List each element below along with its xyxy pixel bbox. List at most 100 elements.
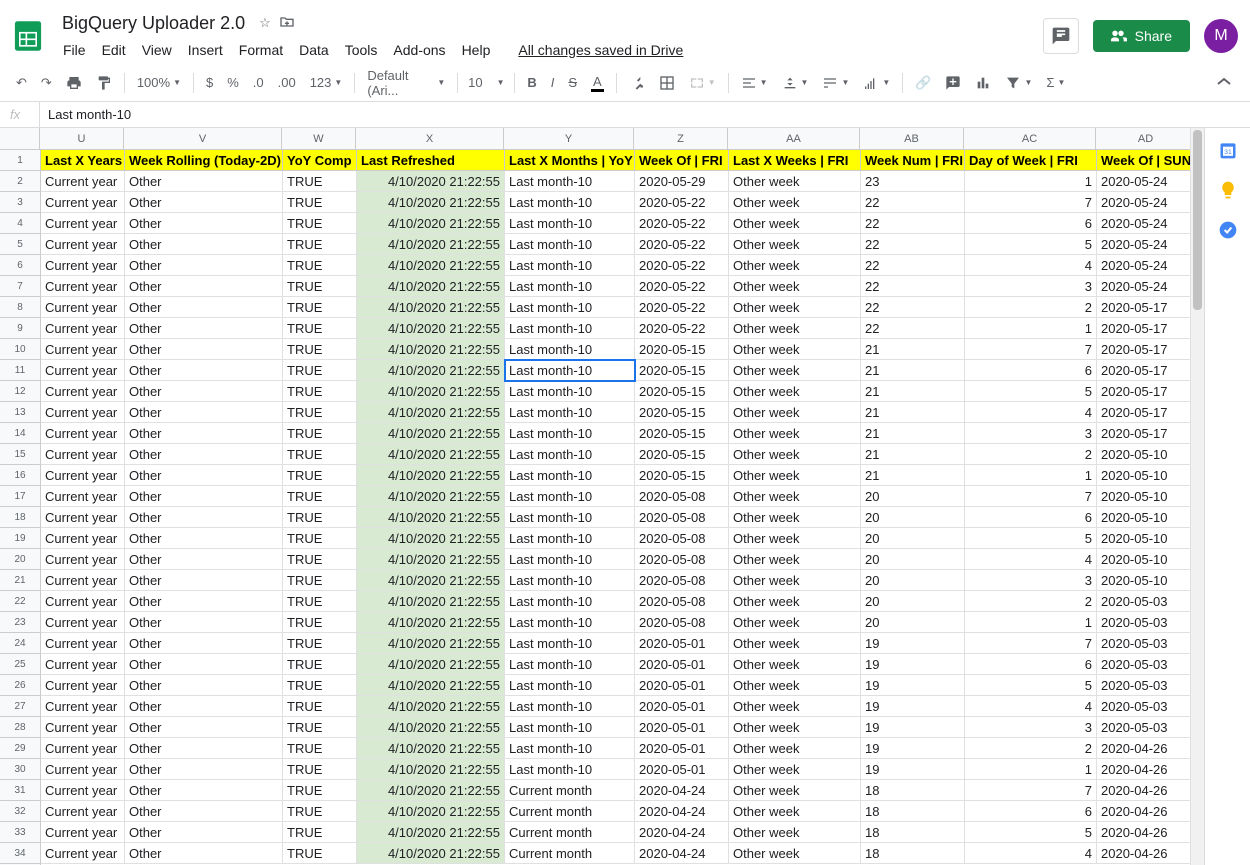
cell[interactable]: Last month-10 (505, 612, 635, 633)
cell[interactable]: Other week (729, 696, 861, 717)
cell[interactable]: 2020-05-08 (635, 591, 729, 612)
cell[interactable]: TRUE (283, 234, 357, 255)
cell[interactable]: Other week (729, 297, 861, 318)
cell[interactable]: Last month-10 (505, 570, 635, 591)
cell[interactable]: 2020-05-17 (1097, 318, 1197, 339)
cell[interactable]: Current year (41, 192, 125, 213)
keep-addon-icon[interactable] (1218, 180, 1238, 200)
cell[interactable]: Other (125, 738, 283, 759)
cell[interactable]: Current month (505, 780, 635, 801)
cell[interactable]: 2020-05-24 (1097, 234, 1197, 255)
cell[interactable]: Other (125, 780, 283, 801)
cell[interactable]: TRUE (283, 255, 357, 276)
cell[interactable]: 7 (965, 339, 1097, 360)
cell[interactable]: 4/10/2020 21:22:55 (357, 276, 505, 297)
menu-data[interactable]: Data (292, 38, 336, 62)
row-header[interactable]: 4 (0, 213, 40, 234)
cell[interactable]: 19 (861, 738, 965, 759)
cell[interactable]: 4/10/2020 21:22:55 (357, 633, 505, 654)
cell[interactable]: 2020-05-08 (635, 528, 729, 549)
cell[interactable]: TRUE (283, 612, 357, 633)
cell[interactable]: 19 (861, 717, 965, 738)
cell[interactable]: 4/10/2020 21:22:55 (357, 318, 505, 339)
cell[interactable]: Other week (729, 444, 861, 465)
cell[interactable]: Current year (41, 843, 125, 864)
cell[interactable]: Current year (41, 234, 125, 255)
cell[interactable]: TRUE (283, 171, 357, 192)
cell[interactable]: Current year (41, 276, 125, 297)
cell[interactable]: Last month-10 (505, 234, 635, 255)
header-cell[interactable]: Week Of | SUN (1097, 150, 1197, 171)
cell[interactable]: Other (125, 423, 283, 444)
saved-status[interactable]: All changes saved in Drive (511, 38, 690, 62)
cell[interactable]: 1 (965, 759, 1097, 780)
cell[interactable]: 2020-05-17 (1097, 360, 1197, 381)
cell[interactable]: 22 (861, 234, 965, 255)
cell[interactable]: 4/10/2020 21:22:55 (357, 654, 505, 675)
cell[interactable]: 20 (861, 486, 965, 507)
row-header[interactable]: 3 (0, 192, 40, 213)
cell[interactable]: Current year (41, 318, 125, 339)
cell[interactable]: 2 (965, 444, 1097, 465)
cell[interactable]: Other week (729, 486, 861, 507)
cell[interactable]: 2020-05-01 (635, 675, 729, 696)
cell[interactable]: Other (125, 549, 283, 570)
vertical-scrollbar[interactable] (1190, 128, 1204, 865)
text-color-button[interactable]: A (585, 70, 610, 96)
cell[interactable]: 2020-05-24 (1097, 213, 1197, 234)
cell[interactable]: 2020-05-15 (635, 381, 729, 402)
cell[interactable]: Current year (41, 633, 125, 654)
row-header[interactable]: 17 (0, 486, 40, 507)
cell[interactable]: 2020-05-08 (635, 549, 729, 570)
cell[interactable]: TRUE (283, 801, 357, 822)
cell[interactable]: 4/10/2020 21:22:55 (357, 486, 505, 507)
cell[interactable]: Other week (729, 843, 861, 864)
menu-add-ons[interactable]: Add-ons (386, 38, 452, 62)
cell[interactable]: Other week (729, 255, 861, 276)
cell[interactable]: TRUE (283, 276, 357, 297)
cell[interactable]: 2020-05-01 (635, 654, 729, 675)
cell[interactable]: Last month-10 (505, 738, 635, 759)
cell[interactable]: Other (125, 381, 283, 402)
cell[interactable]: TRUE (283, 675, 357, 696)
cell[interactable]: Other (125, 633, 283, 654)
cell[interactable]: Last month-10 (505, 633, 635, 654)
account-avatar[interactable]: M (1204, 19, 1238, 53)
cell[interactable]: Current month (505, 843, 635, 864)
cell[interactable]: Last month-10 (505, 318, 635, 339)
cell[interactable]: 2020-04-26 (1097, 738, 1197, 759)
cell[interactable]: Current year (41, 444, 125, 465)
cell[interactable]: Last month-10 (505, 297, 635, 318)
cell[interactable]: Last month-10 (505, 255, 635, 276)
cell[interactable]: 6 (965, 507, 1097, 528)
cell[interactable]: 4/10/2020 21:22:55 (357, 444, 505, 465)
cell[interactable]: 2020-05-17 (1097, 381, 1197, 402)
cell[interactable]: 21 (861, 423, 965, 444)
cell[interactable]: Other week (729, 633, 861, 654)
cell[interactable]: 2020-05-24 (1097, 255, 1197, 276)
row-header[interactable]: 31 (0, 780, 40, 801)
cell[interactable]: 2020-05-01 (635, 759, 729, 780)
cell[interactable]: Other (125, 696, 283, 717)
cell[interactable]: Other week (729, 570, 861, 591)
cell[interactable]: TRUE (283, 507, 357, 528)
cell[interactable]: TRUE (283, 780, 357, 801)
row-header[interactable]: 30 (0, 759, 40, 780)
paint-format-button[interactable] (90, 71, 118, 95)
cell[interactable]: 4/10/2020 21:22:55 (357, 297, 505, 318)
format-currency[interactable]: $ (200, 71, 219, 94)
cell[interactable]: Other (125, 675, 283, 696)
cell[interactable]: Last month-10 (505, 402, 635, 423)
cell[interactable]: Other week (729, 171, 861, 192)
row-header[interactable]: 27 (0, 696, 40, 717)
cell[interactable]: Other (125, 654, 283, 675)
cell[interactable]: Other (125, 591, 283, 612)
cell[interactable]: 4 (965, 255, 1097, 276)
cell[interactable]: 1 (965, 465, 1097, 486)
cell[interactable]: Other week (729, 360, 861, 381)
cell[interactable]: 2020-04-24 (635, 801, 729, 822)
cell[interactable]: Current year (41, 801, 125, 822)
col-header-y[interactable]: Y (504, 128, 634, 149)
cell[interactable]: 1 (965, 171, 1097, 192)
wrap-button[interactable]: ▼ (816, 71, 855, 95)
